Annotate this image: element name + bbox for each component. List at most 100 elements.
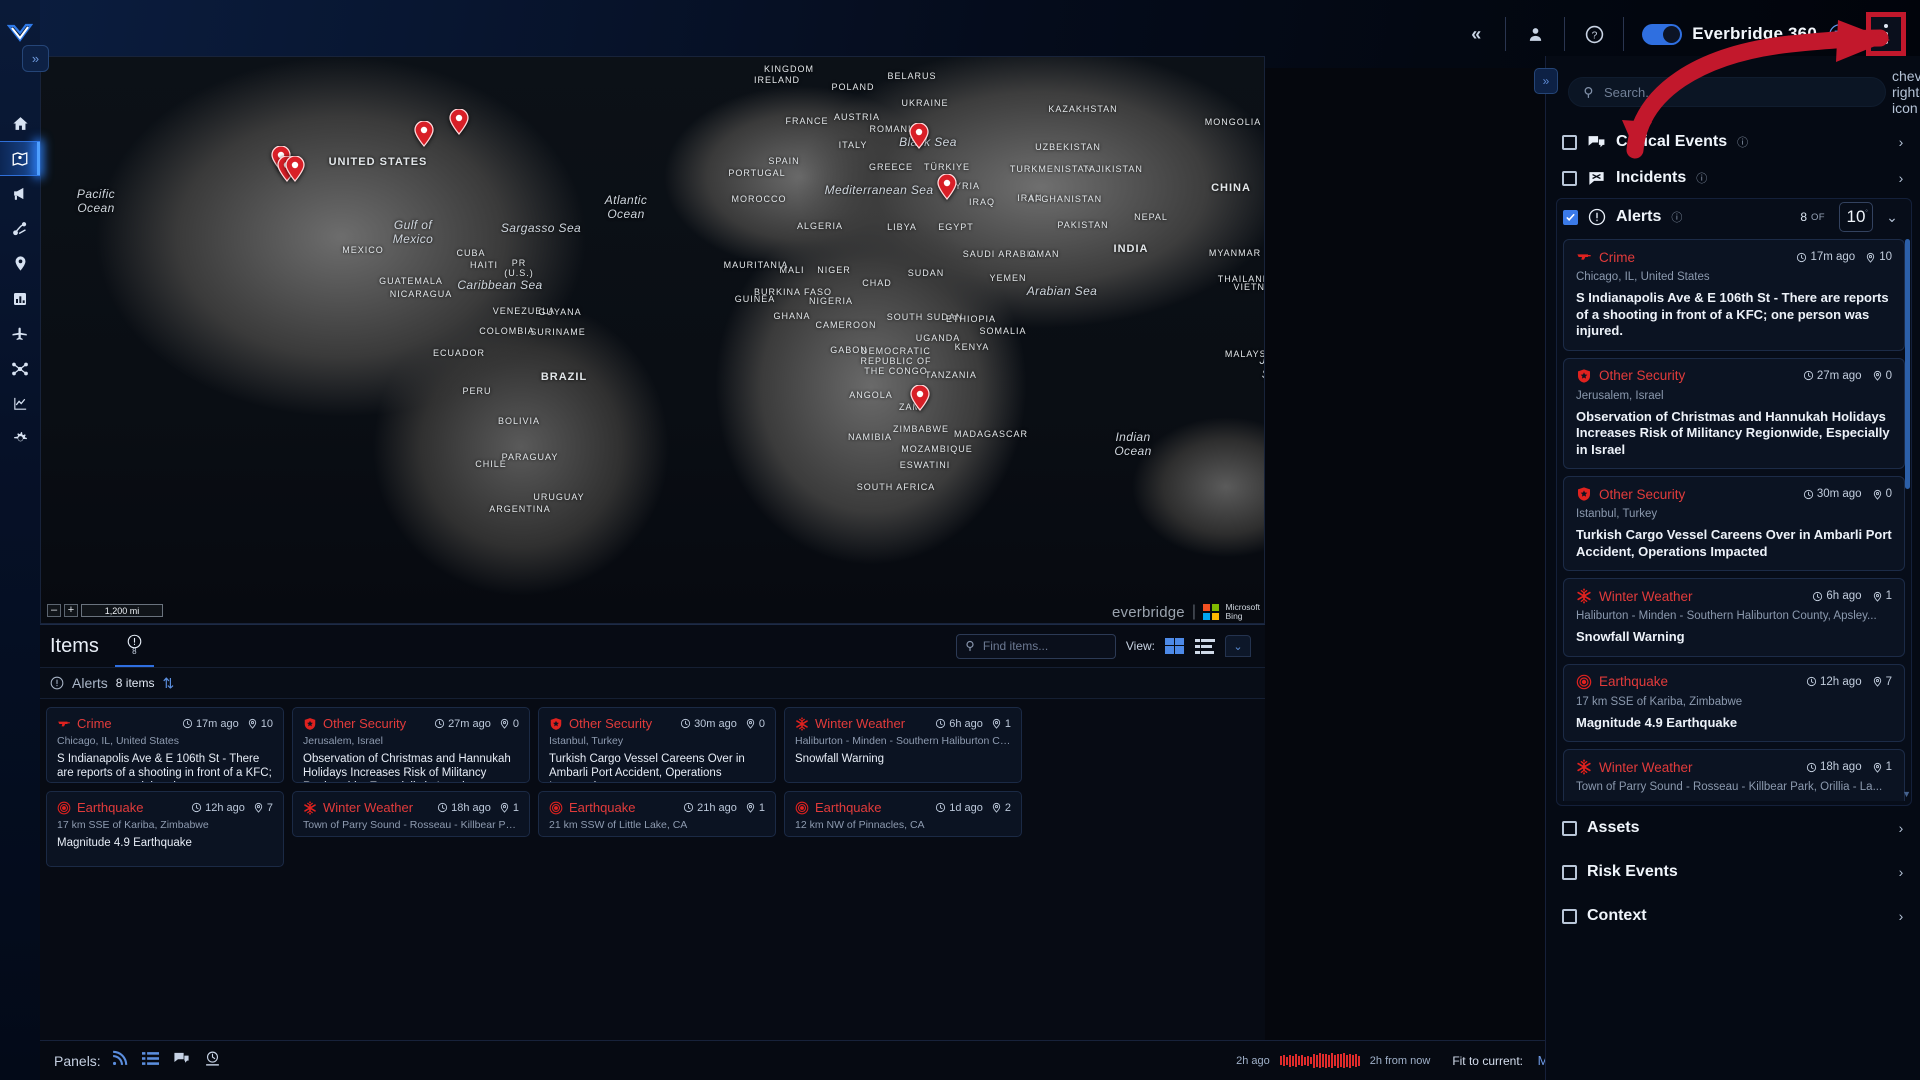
alert-card[interactable]: Winter Weather6h ago1Haliburton - Minden… bbox=[1563, 578, 1905, 657]
alerts-total-stepper[interactable]: 10 ◦ bbox=[1839, 202, 1873, 232]
items-title: Items bbox=[50, 635, 99, 658]
view-list-button[interactable] bbox=[1195, 638, 1215, 655]
chat-button[interactable] bbox=[1829, 24, 1850, 45]
world-map[interactable]: UNITED STATESMEXICOGulf of MexicoCUBAHAI… bbox=[40, 56, 1265, 624]
pin-kariba[interactable] bbox=[909, 385, 931, 411]
item-card[interactable]: Crime17m ago10Chicago, IL, United States… bbox=[46, 707, 284, 783]
help-icon[interactable]: ⓘ bbox=[1696, 170, 1707, 186]
pin-northeast-us[interactable] bbox=[448, 109, 470, 135]
item-card[interactable]: Earthquake12h ago717 km SSE of Kariba, Z… bbox=[46, 791, 284, 867]
critical-events-expand[interactable]: › bbox=[1892, 134, 1910, 150]
sidebar-item-map[interactable] bbox=[0, 141, 40, 176]
more-options-button[interactable] bbox=[1866, 12, 1906, 56]
item-card[interactable]: Other Security27m ago0Jerusalem, IsraelO… bbox=[292, 707, 530, 783]
alerts-checkbox[interactable] bbox=[1563, 210, 1578, 225]
timeline-tick bbox=[1298, 1056, 1300, 1065]
time-end-label: 2h from now bbox=[1370, 1055, 1431, 1067]
find-items-input[interactable]: Find items... bbox=[956, 634, 1116, 659]
pin-california-3[interactable] bbox=[284, 156, 306, 182]
map-label: UKRAINE bbox=[901, 98, 948, 108]
map-marker-icon bbox=[284, 156, 306, 182]
sidebar-item-home[interactable] bbox=[0, 106, 40, 141]
clock-icon bbox=[1806, 676, 1817, 687]
timeline-tick bbox=[1325, 1054, 1327, 1068]
search-expand-button[interactable]: chevron-right-icon bbox=[1892, 68, 1910, 116]
map-label: BRAZIL bbox=[541, 371, 587, 383]
item-card[interactable]: Winter Weather18h ago1Town of Parry Soun… bbox=[292, 791, 530, 837]
sort-button[interactable]: ⇅ bbox=[162, 675, 174, 692]
alert-card[interactable]: Other Security27m ago0Jerusalem, IsraelO… bbox=[1563, 358, 1905, 470]
pin-istanbul[interactable] bbox=[908, 123, 930, 149]
right-panel-collapse-button[interactable]: » bbox=[1534, 68, 1558, 94]
context-checkbox[interactable] bbox=[1562, 909, 1577, 924]
panel-critical-events-button[interactable] bbox=[173, 1050, 190, 1072]
timeline-tick bbox=[1337, 1054, 1339, 1068]
risk-events-expand[interactable]: › bbox=[1892, 864, 1910, 880]
help-icon[interactable]: ⓘ bbox=[1737, 134, 1748, 150]
gear-icon bbox=[12, 430, 29, 447]
item-card[interactable]: Earthquake21h ago121 km SSW of Little La… bbox=[538, 791, 776, 837]
sidebar-item-reports[interactable] bbox=[0, 281, 40, 316]
section-risk-events[interactable]: Risk Events› bbox=[1546, 850, 1920, 894]
assets-checkbox[interactable] bbox=[1562, 821, 1577, 836]
alerts-scrollbar[interactable] bbox=[1905, 239, 1910, 489]
pin-jerusalem[interactable] bbox=[936, 174, 958, 200]
everbridge360-toggle[interactable] bbox=[1642, 24, 1682, 45]
panel-timeline-button[interactable] bbox=[204, 1050, 221, 1072]
scroll-down-arrow-icon[interactable]: ▼ bbox=[1902, 789, 1911, 799]
risk-events-checkbox[interactable] bbox=[1562, 865, 1577, 880]
everbridge360-toggle-group[interactable]: Everbridge 360 bbox=[1642, 24, 1817, 45]
section-assets[interactable]: Assets› bbox=[1546, 806, 1920, 850]
collapse-header-button[interactable]: « bbox=[1453, 0, 1499, 68]
alert-card[interactable]: Other Security30m ago0Istanbul, TurkeyTu… bbox=[1563, 476, 1905, 571]
alerts-count-shown: 8 bbox=[1800, 210, 1807, 224]
alert-card[interactable]: Winter Weather18h ago1Town of Parry Soun… bbox=[1563, 749, 1905, 801]
sidebar-item-notifications[interactable] bbox=[0, 176, 40, 211]
help-icon[interactable]: ⓘ bbox=[1671, 209, 1682, 225]
section-incidents[interactable]: Incidents ⓘ › bbox=[1546, 160, 1920, 196]
critical-events-checkbox[interactable] bbox=[1562, 135, 1577, 150]
item-location: Chicago, IL, United States bbox=[57, 735, 273, 747]
item-meta: 27m ago0 bbox=[434, 718, 519, 730]
item-card[interactable]: Winter Weather6h ago1Haliburton - Minden… bbox=[784, 707, 1022, 783]
sidebar-item-locations[interactable] bbox=[0, 246, 40, 281]
timeline-tick bbox=[1319, 1053, 1321, 1068]
section-context[interactable]: Context› bbox=[1546, 894, 1920, 938]
incidents-expand[interactable]: › bbox=[1892, 170, 1910, 186]
panel-feed-button[interactable] bbox=[111, 1050, 128, 1072]
expand-items-panel-button[interactable]: ⌄ bbox=[1225, 635, 1251, 657]
item-card[interactable]: Other Security30m ago0Istanbul, TurkeyTu… bbox=[538, 707, 776, 783]
view-grid-button[interactable] bbox=[1165, 638, 1185, 655]
alert-time: 12h ago bbox=[1806, 676, 1862, 688]
map-scale-control[interactable]: – + 1,200 mi bbox=[47, 604, 163, 617]
alert-card[interactable]: Crime17m ago10Chicago, IL, United States… bbox=[1563, 239, 1905, 351]
alert-card[interactable]: Earthquake12h ago717 km SSE of Kariba, Z… bbox=[1563, 664, 1905, 743]
alerts-card-list[interactable]: ▼ Crime17m ago10Chicago, IL, United Stat… bbox=[1557, 235, 1911, 801]
pin-chicago[interactable] bbox=[413, 121, 435, 147]
item-meta: 17m ago10 bbox=[182, 718, 273, 730]
map-label: Pacific Ocean bbox=[77, 187, 115, 215]
incidents-checkbox[interactable] bbox=[1562, 171, 1577, 186]
search-input[interactable]: Search... bbox=[1568, 77, 1886, 107]
sidebar-item-settings[interactable] bbox=[0, 421, 40, 456]
place-pin-icon bbox=[1865, 252, 1876, 263]
sidebar-item-workflows[interactable] bbox=[0, 211, 40, 246]
alerts-collapse-button[interactable]: ⌄ bbox=[1883, 209, 1901, 226]
item-card[interactable]: Earthquake1d ago212 km NW of Pinnacles, … bbox=[784, 791, 1022, 837]
timeline-ticks[interactable] bbox=[1280, 1053, 1360, 1068]
item-category: Other Security bbox=[323, 716, 406, 731]
panel-list-button[interactable] bbox=[142, 1050, 159, 1072]
place-pin-icon bbox=[745, 718, 756, 729]
context-expand[interactable]: › bbox=[1892, 908, 1910, 924]
zoom-out-button[interactable]: – bbox=[47, 604, 61, 617]
sidebar-item-integrations[interactable] bbox=[0, 351, 40, 386]
sidebar-item-travel[interactable] bbox=[0, 316, 40, 351]
sidebar-item-analytics[interactable] bbox=[0, 386, 40, 421]
sidebar-expand-button[interactable]: » bbox=[22, 45, 49, 72]
assets-expand[interactable]: › bbox=[1892, 820, 1910, 836]
map-label: Caribbean Sea bbox=[457, 278, 542, 292]
section-critical-events[interactable]: Critical Events ⓘ › bbox=[1546, 124, 1920, 160]
alerts-header[interactable]: Alerts ⓘ 8 OF 10 ◦ ⌄ bbox=[1557, 199, 1911, 235]
zoom-in-button[interactable]: + bbox=[64, 604, 78, 617]
tab-alerts[interactable]: 8 bbox=[115, 625, 154, 667]
